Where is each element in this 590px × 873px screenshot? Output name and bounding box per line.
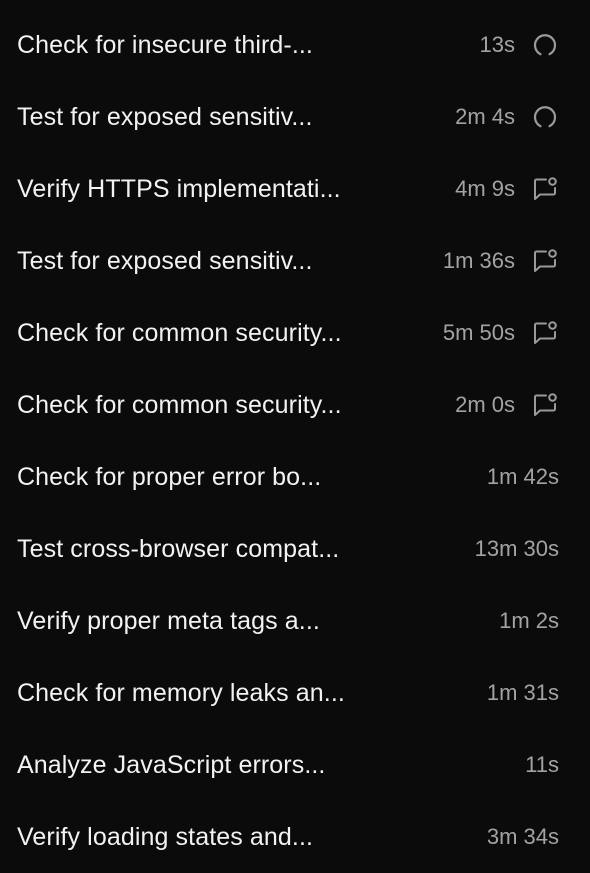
task-row[interactable]: Verify loading states and... 3m 34s bbox=[0, 801, 590, 873]
task-row[interactable]: Check for common security... 5m 50s bbox=[0, 297, 590, 369]
task-row[interactable]: Check for common security... 2m 0s bbox=[0, 369, 590, 441]
task-title: Verify HTTPS implementati... bbox=[17, 174, 341, 203]
task-title: Check for memory leaks an... bbox=[17, 678, 345, 707]
task-duration: 5m 50s bbox=[442, 320, 515, 345]
task-list: Check for insecure third-... 13s Test fo… bbox=[0, 0, 590, 866]
task-row[interactable]: Test for exposed sensitiv... 2m 4s bbox=[0, 81, 590, 153]
comment-notification-icon[interactable] bbox=[531, 175, 559, 203]
task-duration: 11s bbox=[525, 752, 559, 777]
task-row[interactable]: Analyze JavaScript errors... 11s bbox=[0, 729, 590, 801]
task-row[interactable]: Verify HTTPS implementati... 4m 9s bbox=[0, 153, 590, 225]
task-row[interactable]: Check for insecure third-... 13s bbox=[0, 9, 590, 81]
comment-notification-icon[interactable] bbox=[531, 247, 559, 275]
task-duration: 4m 9s bbox=[455, 176, 515, 201]
task-duration: 13m 30s bbox=[474, 536, 559, 561]
task-title: Check for common security... bbox=[17, 390, 342, 419]
spinner-icon bbox=[531, 31, 559, 59]
task-row[interactable]: Check for proper error bo... 1m 42s bbox=[0, 441, 590, 513]
task-title: Analyze JavaScript errors... bbox=[17, 750, 326, 779]
task-title: Check for proper error bo... bbox=[17, 462, 322, 491]
task-title: Check for common security... bbox=[17, 318, 342, 347]
task-duration: 1m 42s bbox=[486, 464, 559, 489]
task-duration: 2m 0s bbox=[455, 392, 515, 417]
task-duration: 3m 34s bbox=[486, 824, 559, 849]
spinner-icon bbox=[531, 103, 559, 131]
task-duration: 1m 31s bbox=[486, 680, 559, 705]
task-title: Test for exposed sensitiv... bbox=[17, 246, 313, 275]
comment-notification-icon[interactable] bbox=[531, 319, 559, 347]
task-title: Verify loading states and... bbox=[17, 822, 314, 851]
task-duration: 13s bbox=[479, 32, 515, 57]
task-row[interactable]: Test cross-browser compat... 13m 30s bbox=[0, 513, 590, 585]
task-duration: 1m 2s bbox=[499, 608, 559, 633]
task-title: Test for exposed sensitiv... bbox=[17, 102, 313, 131]
task-duration: 1m 36s bbox=[442, 248, 515, 273]
task-title: Check for insecure third-... bbox=[17, 30, 313, 59]
task-row[interactable]: Verify proper meta tags a... 1m 2s bbox=[0, 585, 590, 657]
task-title: Verify proper meta tags a... bbox=[17, 606, 320, 635]
task-title: Test cross-browser compat... bbox=[17, 534, 340, 563]
task-duration: 2m 4s bbox=[455, 104, 515, 129]
task-row[interactable]: Check for memory leaks an... 1m 31s bbox=[0, 657, 590, 729]
comment-notification-icon[interactable] bbox=[531, 391, 559, 419]
task-row[interactable]: Test for exposed sensitiv... 1m 36s bbox=[0, 225, 590, 297]
